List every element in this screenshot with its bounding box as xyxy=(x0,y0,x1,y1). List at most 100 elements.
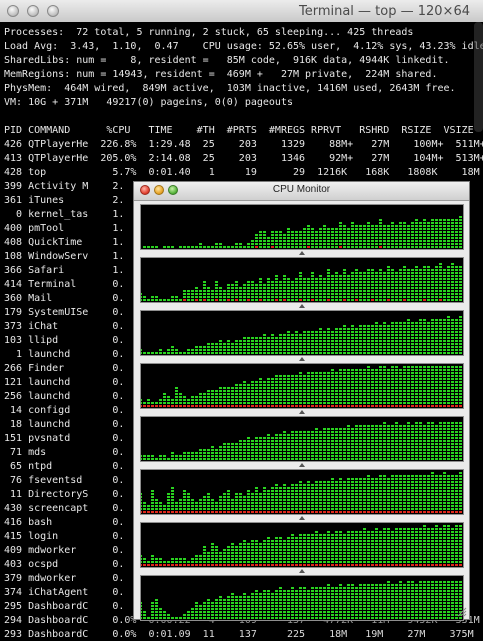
user-load-segment xyxy=(315,387,318,389)
user-load-segment xyxy=(315,384,318,386)
user-load-segment xyxy=(291,558,294,560)
user-load-segment xyxy=(239,293,242,295)
user-load-segment xyxy=(451,272,454,274)
user-load-segment xyxy=(427,434,430,436)
user-load-segment xyxy=(411,431,414,433)
user-load-segment xyxy=(435,449,438,451)
user-load-segment xyxy=(443,546,446,548)
user-load-segment xyxy=(371,443,374,445)
user-load-segment xyxy=(275,490,278,492)
system-load-segment xyxy=(319,511,322,513)
user-load-segment xyxy=(367,552,370,554)
user-load-segment xyxy=(243,561,246,563)
user-load-segment xyxy=(431,543,434,545)
user-load-segment xyxy=(323,458,326,460)
user-load-segment xyxy=(243,390,246,392)
user-load-segment xyxy=(191,505,194,507)
user-load-segment xyxy=(423,502,426,504)
user-load-segment xyxy=(451,325,454,327)
system-load-segment xyxy=(239,405,242,407)
user-load-segment xyxy=(367,396,370,398)
user-load-segment xyxy=(275,293,278,295)
user-load-segment xyxy=(383,443,386,445)
user-load-segment xyxy=(383,531,386,533)
user-load-segment xyxy=(351,328,354,330)
user-load-segment xyxy=(323,346,326,348)
user-load-segment xyxy=(343,546,346,548)
user-load-segment xyxy=(327,455,330,457)
user-load-segment xyxy=(255,617,258,619)
user-load-segment xyxy=(183,496,186,498)
user-load-segment xyxy=(315,399,318,401)
user-load-segment xyxy=(243,246,246,248)
user-load-segment xyxy=(351,452,354,454)
user-load-segment xyxy=(275,434,278,436)
user-load-segment xyxy=(231,284,234,286)
user-load-segment xyxy=(187,349,190,351)
user-load-segment xyxy=(455,493,458,495)
user-load-segment xyxy=(435,428,438,430)
user-load-segment xyxy=(267,390,270,392)
user-load-segment xyxy=(411,399,414,401)
user-load-segment xyxy=(311,437,314,439)
user-load-segment xyxy=(415,549,418,551)
user-load-segment xyxy=(255,243,258,245)
terminal-scrollbar[interactable] xyxy=(474,22,483,132)
user-load-segment xyxy=(299,396,302,398)
user-load-segment xyxy=(435,246,438,248)
user-load-segment xyxy=(303,496,306,498)
user-load-segment xyxy=(427,343,430,345)
user-load-segment xyxy=(419,287,422,289)
user-load-segment xyxy=(239,349,242,351)
user-load-segment xyxy=(251,390,254,392)
user-load-segment xyxy=(307,281,310,283)
user-load-segment xyxy=(303,490,306,492)
user-load-segment xyxy=(439,399,442,401)
user-load-segment xyxy=(435,434,438,436)
user-load-segment xyxy=(431,243,434,245)
user-load-segment xyxy=(223,502,226,504)
terminal-title-bar[interactable]: Terminal — top — 120×64 xyxy=(0,0,483,23)
user-load-segment xyxy=(239,552,242,554)
user-load-segment xyxy=(411,496,414,498)
user-load-segment xyxy=(443,425,446,427)
user-load-segment xyxy=(307,399,310,401)
user-load-segment xyxy=(323,399,326,401)
user-load-segment xyxy=(367,443,370,445)
user-load-segment xyxy=(315,452,318,454)
user-load-segment xyxy=(427,428,430,430)
user-load-segment xyxy=(439,537,442,539)
system-load-segment xyxy=(151,405,154,407)
user-load-segment xyxy=(315,393,318,395)
user-load-segment xyxy=(355,505,358,507)
user-load-segment xyxy=(267,434,270,436)
user-load-segment xyxy=(403,475,406,477)
user-load-segment xyxy=(415,352,418,354)
user-load-segment xyxy=(331,502,334,504)
user-load-segment xyxy=(427,458,430,460)
user-load-segment xyxy=(367,455,370,457)
cpu-3-graph xyxy=(140,310,464,356)
user-load-segment xyxy=(299,231,302,233)
user-load-segment xyxy=(371,437,374,439)
user-load-segment xyxy=(259,381,262,383)
user-load-segment xyxy=(263,540,266,542)
user-load-segment xyxy=(259,234,262,236)
user-load-segment xyxy=(307,552,310,554)
user-load-segment xyxy=(327,508,330,510)
user-load-segment xyxy=(299,275,302,277)
user-load-segment xyxy=(419,325,422,327)
user-load-segment xyxy=(451,558,454,560)
user-load-segment xyxy=(439,246,442,248)
user-load-segment xyxy=(451,431,454,433)
cpu-monitor-title-bar[interactable]: CPU Monitor xyxy=(134,182,469,201)
user-load-segment xyxy=(287,384,290,386)
user-load-segment xyxy=(175,402,178,404)
user-load-segment xyxy=(431,322,434,324)
user-load-segment xyxy=(163,352,166,354)
user-load-segment xyxy=(287,349,290,351)
user-load-segment xyxy=(283,278,286,280)
user-load-segment xyxy=(455,219,458,221)
user-load-segment xyxy=(351,487,354,489)
system-load-segment xyxy=(215,511,218,513)
